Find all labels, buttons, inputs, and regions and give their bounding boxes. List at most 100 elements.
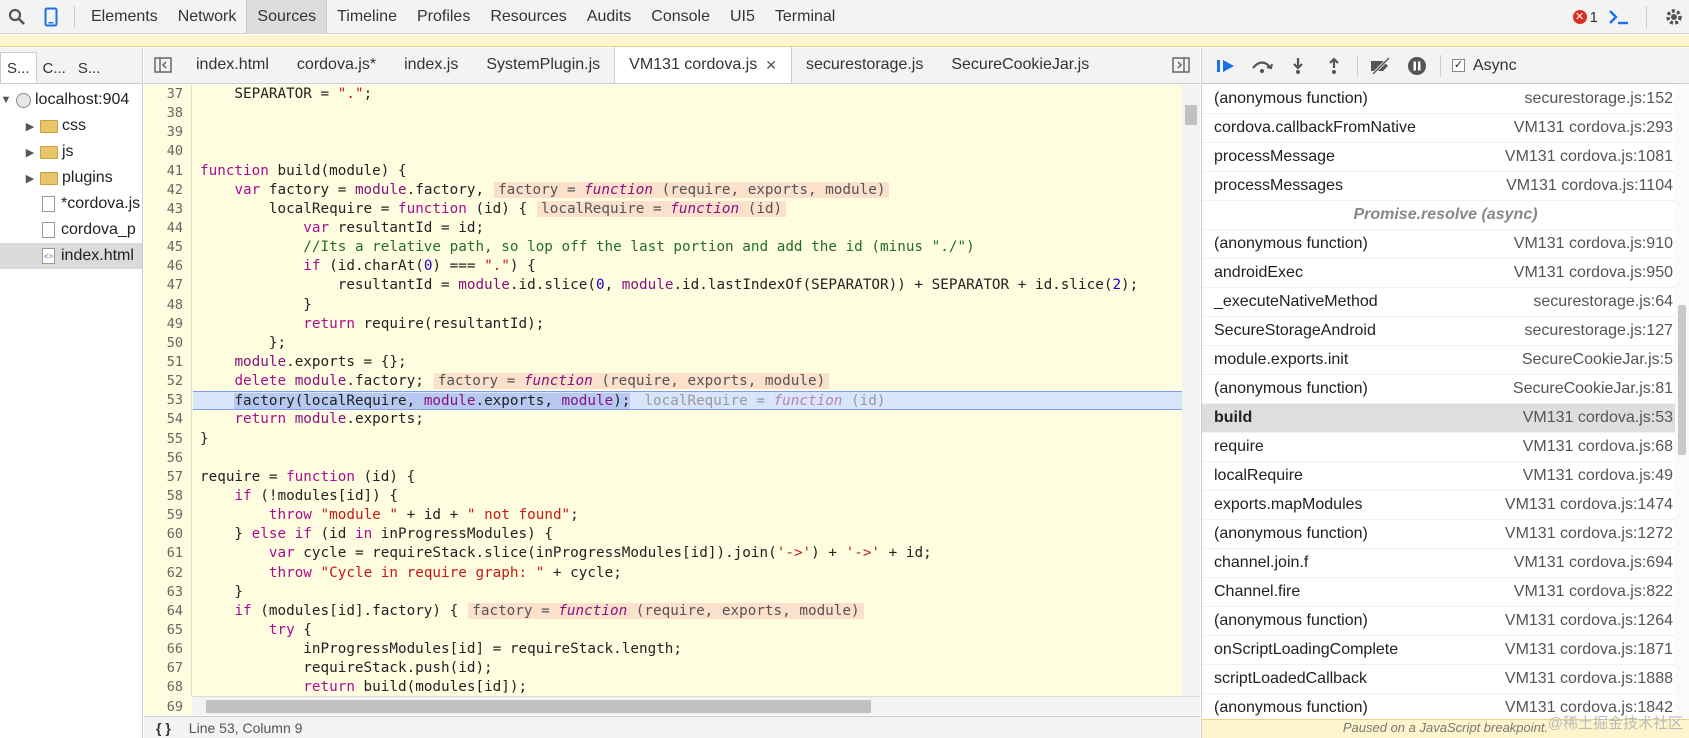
device-mode-icon[interactable] — [34, 0, 68, 34]
step-out-icon[interactable] — [1318, 51, 1350, 81]
line-number[interactable]: 43 — [144, 200, 191, 219]
editor-tab-securecookiejar-js[interactable]: SecureCookieJar.js — [937, 47, 1103, 83]
scrollbar-thumb[interactable] — [1185, 105, 1197, 125]
tab-ui5[interactable]: UI5 — [720, 0, 765, 34]
call-frame[interactable]: exports.mapModules VM131 cordova.js:1474 — [1202, 491, 1689, 520]
line-number-gutter[interactable]: 37 38 39 40 41 42 43 44 45 46 47 48 49 50 51 52 53 54 55 56… — [144, 85, 192, 715]
gear-icon[interactable] — [1659, 0, 1689, 34]
line-number[interactable]: 41 — [144, 162, 191, 181]
collapsed-triangle-icon[interactable]: ▶ — [24, 172, 36, 185]
navigator-tab[interactable]: C... — [37, 53, 72, 83]
tab-sources[interactable]: Sources — [246, 0, 328, 34]
call-frame[interactable]: scriptLoadedCallback VM131 cordova.js:188… — [1202, 665, 1689, 694]
resume-icon[interactable] — [1210, 51, 1242, 81]
line-number[interactable]: 47 — [144, 276, 191, 295]
call-frame-location[interactable]: securestorage.js:152 — [1524, 90, 1673, 108]
call-frame[interactable]: onScriptLoadingComplete VM131 cordova.js:… — [1202, 636, 1689, 665]
collapsed-triangle-icon[interactable]: ▶ — [24, 146, 36, 159]
search-icon[interactable] — [0, 0, 34, 34]
step-over-icon[interactable] — [1246, 51, 1278, 81]
line-number[interactable]: 69 — [144, 698, 191, 716]
line-number[interactable]: 44 — [144, 219, 191, 238]
tree-file[interactable]: <> index.html — [0, 243, 142, 269]
line-number[interactable]: 46 — [144, 257, 191, 276]
call-frame-location[interactable]: VM131 cordova.js:1272 — [1505, 525, 1673, 543]
step-into-icon[interactable] — [1282, 51, 1314, 81]
call-frame[interactable]: cordova.callbackFromNative VM131 cordova.… — [1202, 114, 1689, 143]
line-number[interactable]: 57 — [144, 468, 191, 487]
tree-root[interactable]: ▼ localhost:904 — [0, 87, 142, 113]
editor-tab-systemplugin-js[interactable]: SystemPlugin.js — [472, 47, 614, 83]
deactivate-breakpoints-icon[interactable] — [1365, 51, 1397, 81]
line-number[interactable]: 66 — [144, 640, 191, 659]
call-frame-location[interactable]: VM131 cordova.js:1264 — [1505, 612, 1673, 630]
call-frame[interactable]: localRequire VM131 cordova.js:49 — [1202, 462, 1689, 491]
error-counter[interactable]: ✕ 1 — [1572, 9, 1598, 26]
editor-horizontal-scrollbar[interactable] — [192, 696, 1200, 715]
tree-folder[interactable]: ▶ plugins — [0, 165, 142, 191]
call-frame[interactable]: androidExec VM131 cordova.js:950 — [1202, 259, 1689, 288]
toggle-navigator-icon[interactable] — [144, 47, 182, 83]
call-frame-location[interactable]: VM131 cordova.js:1081 — [1505, 148, 1673, 166]
tab-terminal[interactable]: Terminal — [765, 0, 845, 34]
source-code[interactable]: SEPARATOR = "."; function build(module) … — [193, 85, 1198, 696]
line-number[interactable]: 48 — [144, 296, 191, 315]
call-frame[interactable]: processMessage VM131 cordova.js:1081 — [1202, 143, 1689, 172]
line-number[interactable]: 68 — [144, 678, 191, 697]
line-number[interactable]: 63 — [144, 583, 191, 602]
editor-tab-index-js[interactable]: index.js — [390, 47, 472, 83]
line-number[interactable]: 40 — [144, 142, 191, 161]
call-frame[interactable]: (anonymous function) SecureCookieJar.js:8… — [1202, 375, 1689, 404]
line-number[interactable]: 49 — [144, 315, 191, 334]
editor-vertical-scrollbar[interactable] — [1182, 85, 1200, 696]
call-frame[interactable]: (anonymous function) VM131 cordova.js:127… — [1202, 520, 1689, 549]
line-number[interactable]: 55 — [144, 430, 191, 449]
call-frame[interactable]: build VM131 cordova.js:53 — [1202, 404, 1689, 433]
tree-folder[interactable]: ▶ js — [0, 139, 142, 165]
tree-file[interactable]: cordova_p — [0, 217, 142, 243]
call-frame-location[interactable]: SecureCookieJar.js:5 — [1522, 351, 1673, 369]
tab-audits[interactable]: Audits — [577, 0, 641, 34]
call-frame-location[interactable]: VM131 cordova.js:910 — [1514, 235, 1673, 253]
line-number[interactable]: 61 — [144, 544, 191, 563]
close-tab-icon[interactable]: ✕ — [765, 57, 777, 74]
call-frame-location[interactable]: VM131 cordova.js:822 — [1514, 583, 1673, 601]
call-frame-location[interactable]: VM131 cordova.js:1474 — [1505, 496, 1673, 514]
editor-tab-cordova-js[interactable]: cordova.js* — [283, 47, 390, 83]
tree-folder[interactable]: ▶ css — [0, 113, 142, 139]
line-number[interactable]: 38 — [144, 104, 191, 123]
pretty-print-icon[interactable]: { } — [156, 720, 171, 736]
line-number[interactable]: 56 — [144, 449, 191, 468]
scrollbar-thumb[interactable] — [1678, 305, 1686, 455]
call-frame[interactable]: _executeNativeMethod securestorage.js:64 — [1202, 288, 1689, 317]
async-checkbox[interactable]: ✓ — [1452, 59, 1465, 72]
call-frame-location[interactable]: VM131 cordova.js:950 — [1514, 264, 1673, 282]
line-number[interactable]: 53 — [144, 391, 191, 410]
call-frame-location[interactable]: VM131 cordova.js:53 — [1523, 409, 1673, 427]
tree-file[interactable]: *cordova.js — [0, 191, 142, 217]
tab-timeline[interactable]: Timeline — [327, 0, 407, 34]
call-stack-scrollbar[interactable] — [1675, 85, 1689, 718]
call-frame-location[interactable]: SecureCookieJar.js:81 — [1513, 380, 1673, 398]
call-frame[interactable]: (anonymous function) VM131 cordova.js:910 — [1202, 230, 1689, 259]
line-number[interactable]: 45 — [144, 238, 191, 257]
line-number[interactable]: 62 — [144, 564, 191, 583]
navigator-tab[interactable]: S... — [72, 53, 107, 83]
line-number[interactable]: 54 — [144, 410, 191, 429]
tab-elements[interactable]: Elements — [81, 0, 168, 34]
call-frame-location[interactable]: VM131 cordova.js:1104 — [1506, 177, 1673, 195]
line-number[interactable]: 59 — [144, 506, 191, 525]
call-frame[interactable]: (anonymous function) VM131 cordova.js:126… — [1202, 607, 1689, 636]
line-number[interactable]: 42 — [144, 181, 191, 200]
call-frame[interactable]: processMessages VM131 cordova.js:1104 — [1202, 172, 1689, 201]
line-number[interactable]: 39 — [144, 123, 191, 142]
tab-resources[interactable]: Resources — [480, 0, 576, 34]
line-number[interactable]: 52 — [144, 372, 191, 391]
line-number[interactable]: 58 — [144, 487, 191, 506]
call-frame-location[interactable]: VM131 cordova.js:68 — [1523, 438, 1673, 456]
tab-console[interactable]: Console — [641, 0, 720, 34]
navigator-tab[interactable]: S... — [0, 52, 37, 83]
code-editor[interactable]: 37 38 39 40 41 42 43 44 45 46 47 48 49 50 51 52 53 54 55 56… — [144, 85, 1200, 715]
call-frame[interactable]: Channel.fire VM131 cordova.js:822 — [1202, 578, 1689, 607]
call-frame-location[interactable]: VM131 cordova.js:1888 — [1505, 670, 1673, 688]
